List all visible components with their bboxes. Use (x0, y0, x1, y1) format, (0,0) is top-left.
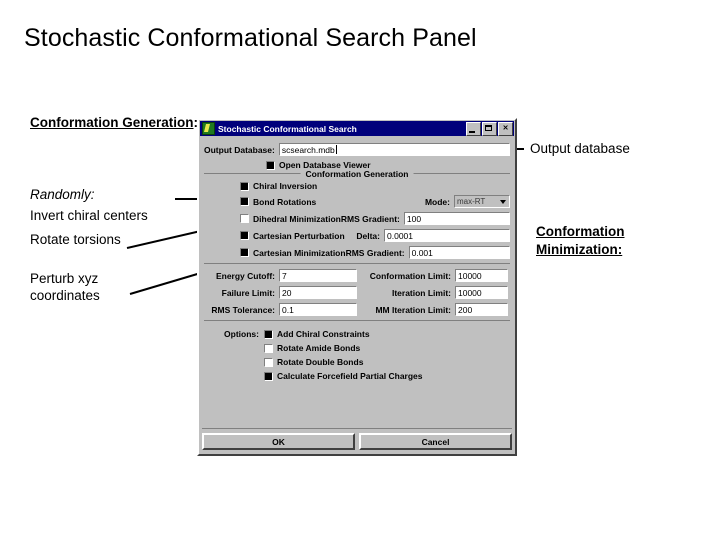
add-chiral-constraints-label: Add Chiral Constraints (277, 329, 370, 339)
options-section: Options: Add Chiral Constraints Rotate A… (204, 326, 510, 381)
output-database-input[interactable]: scsearch.mdb (278, 143, 510, 156)
add-chiral-constraints-checkbox[interactable] (264, 329, 273, 339)
option-row[interactable]: Calculate Forcefield Partial Charges (204, 371, 510, 381)
close-button[interactable]: ✕ (498, 121, 513, 136)
page-title: Stochastic Conformational Search Panel (24, 24, 477, 52)
options-label: Options: (224, 329, 259, 339)
calculate-forcefield-partial-charges-checkbox[interactable] (264, 371, 273, 381)
cartesian-delta-input[interactable]: 0.0001 (384, 229, 510, 242)
energy-cutoff-input[interactable]: 7 (279, 269, 357, 282)
annotation-invert-chiral-centers: Invert chiral centers (30, 208, 148, 223)
app-icon (202, 122, 215, 135)
rotate-double-bonds-checkbox[interactable] (264, 357, 273, 367)
bond-rotations-label: Bond Rotations (253, 196, 317, 207)
dihedral-rms-gradient-input[interactable]: 100 (403, 212, 510, 225)
text-caret (335, 145, 337, 154)
annotation-conformation-minimization: Conformation Minimization: (536, 224, 625, 257)
output-database-value: scsearch.mdb (281, 145, 335, 155)
rotate-amide-bonds-checkbox[interactable] (264, 343, 273, 353)
cartesian-delta-label: Delta: (356, 230, 380, 241)
limits-grid: Energy Cutoff: 7 Conformation Limit: 100… (207, 269, 508, 316)
option-row[interactable]: Rotate Double Bonds (204, 357, 510, 367)
bond-rotations-row[interactable]: Bond Rotations Mode: max-RT (204, 195, 510, 208)
failure-limit-input[interactable]: 20 (279, 286, 357, 299)
divider (204, 320, 510, 321)
iteration-limit-input[interactable]: 10000 (455, 286, 508, 299)
dihedral-minimization-label: Dihedral Minimization (253, 213, 341, 224)
annotation-perturb-xyz-coordinates: Perturb xyz coordinates (30, 271, 100, 303)
dialog-body: Output Database: scsearch.mdb Open Datab… (199, 137, 515, 381)
mm-iteration-limit-input[interactable]: 200 (455, 303, 508, 316)
rotate-double-bonds-label: Rotate Double Bonds (277, 357, 364, 367)
chiral-inversion-checkbox[interactable] (240, 181, 249, 191)
annotation-rotate-torsions: Rotate torsions (30, 232, 121, 247)
bond-rotations-checkbox[interactable] (240, 197, 249, 206)
dialog-titlebar[interactable]: Stochastic Conformational Search ✕ (200, 121, 514, 136)
cartesian-perturbation-checkbox[interactable] (240, 231, 249, 240)
conformation-limit-input[interactable]: 10000 (455, 269, 508, 282)
failure-limit-label: Failure Limit: (221, 287, 275, 298)
bond-rotations-mode-label: Mode: (424, 196, 450, 207)
stochastic-conformational-search-dialog[interactable]: Stochastic Conformational Search ✕ Outpu… (197, 118, 517, 456)
cartesian-perturbation-row[interactable]: Cartesian Perturbation Delta: 0.0001 (204, 229, 510, 242)
annotation-output-database: Output database (530, 141, 630, 156)
dialog-button-bar: OK Cancel (202, 428, 512, 450)
chiral-inversion-label: Chiral Inversion (253, 181, 318, 191)
option-row[interactable]: Rotate Amide Bonds (204, 343, 510, 353)
dihedral-rms-gradient-label: RMS Gradient: (340, 213, 400, 224)
cartesian-minimization-label: Cartesian Minimization (253, 247, 346, 258)
annotation-conformation-generation: Conformation Generation: (30, 114, 198, 131)
iteration-limit-label: Iteration Limit: (391, 287, 451, 298)
cartesian-minimization-checkbox[interactable] (240, 248, 249, 257)
conformation-generation-group: Conformation Generation Chiral Inversion… (204, 169, 510, 259)
annotation-randomly: Randomly: (30, 187, 95, 202)
chevron-down-icon (500, 199, 506, 204)
mm-iteration-limit-label: MM Iteration Limit: (375, 304, 451, 315)
annotation-conformation-generation-text: Conformation Generation (30, 115, 194, 130)
output-database-row: Output Database: scsearch.mdb (204, 143, 510, 156)
cartesian-minimization-row[interactable]: Cartesian Minimization RMS Gradient: 0.0… (204, 246, 510, 259)
open-database-viewer-checkbox[interactable] (266, 160, 275, 170)
cartesian-rms-gradient-label: RMS Gradient: (345, 247, 405, 258)
dihedral-minimization-checkbox[interactable] (240, 214, 249, 223)
ok-button[interactable]: OK (202, 433, 355, 450)
rms-tolerance-input[interactable]: 0.1 (279, 303, 357, 316)
maximize-button[interactable] (482, 121, 497, 136)
rotate-amide-bonds-label: Rotate Amide Bonds (277, 343, 361, 353)
option-row[interactable]: Options: Add Chiral Constraints (204, 329, 510, 339)
cancel-button[interactable]: Cancel (359, 433, 512, 450)
chiral-inversion-row[interactable]: Chiral Inversion (204, 181, 510, 191)
conformation-generation-caption: Conformation Generation (300, 169, 414, 179)
rms-tolerance-label: RMS Tolerance: (211, 304, 275, 315)
dihedral-minimization-row[interactable]: Dihedral Minimization RMS Gradient: 100 (204, 212, 510, 225)
dialog-title: Stochastic Conformational Search (218, 123, 357, 134)
bond-rotations-mode-value: max-RT (457, 197, 486, 206)
cartesian-rms-gradient-input[interactable]: 0.001 (408, 246, 510, 259)
cartesian-perturbation-label: Cartesian Perturbation (253, 230, 345, 241)
energy-cutoff-label: Energy Cutoff: (215, 270, 275, 281)
minimize-button[interactable] (466, 121, 481, 136)
output-database-label: Output Database: (204, 144, 275, 155)
bond-rotations-mode-select[interactable]: max-RT (454, 195, 510, 208)
conformation-limit-label: Conformation Limit: (369, 270, 451, 281)
divider (204, 263, 510, 264)
calculate-forcefield-partial-charges-label: Calculate Forcefield Partial Charges (277, 371, 423, 381)
